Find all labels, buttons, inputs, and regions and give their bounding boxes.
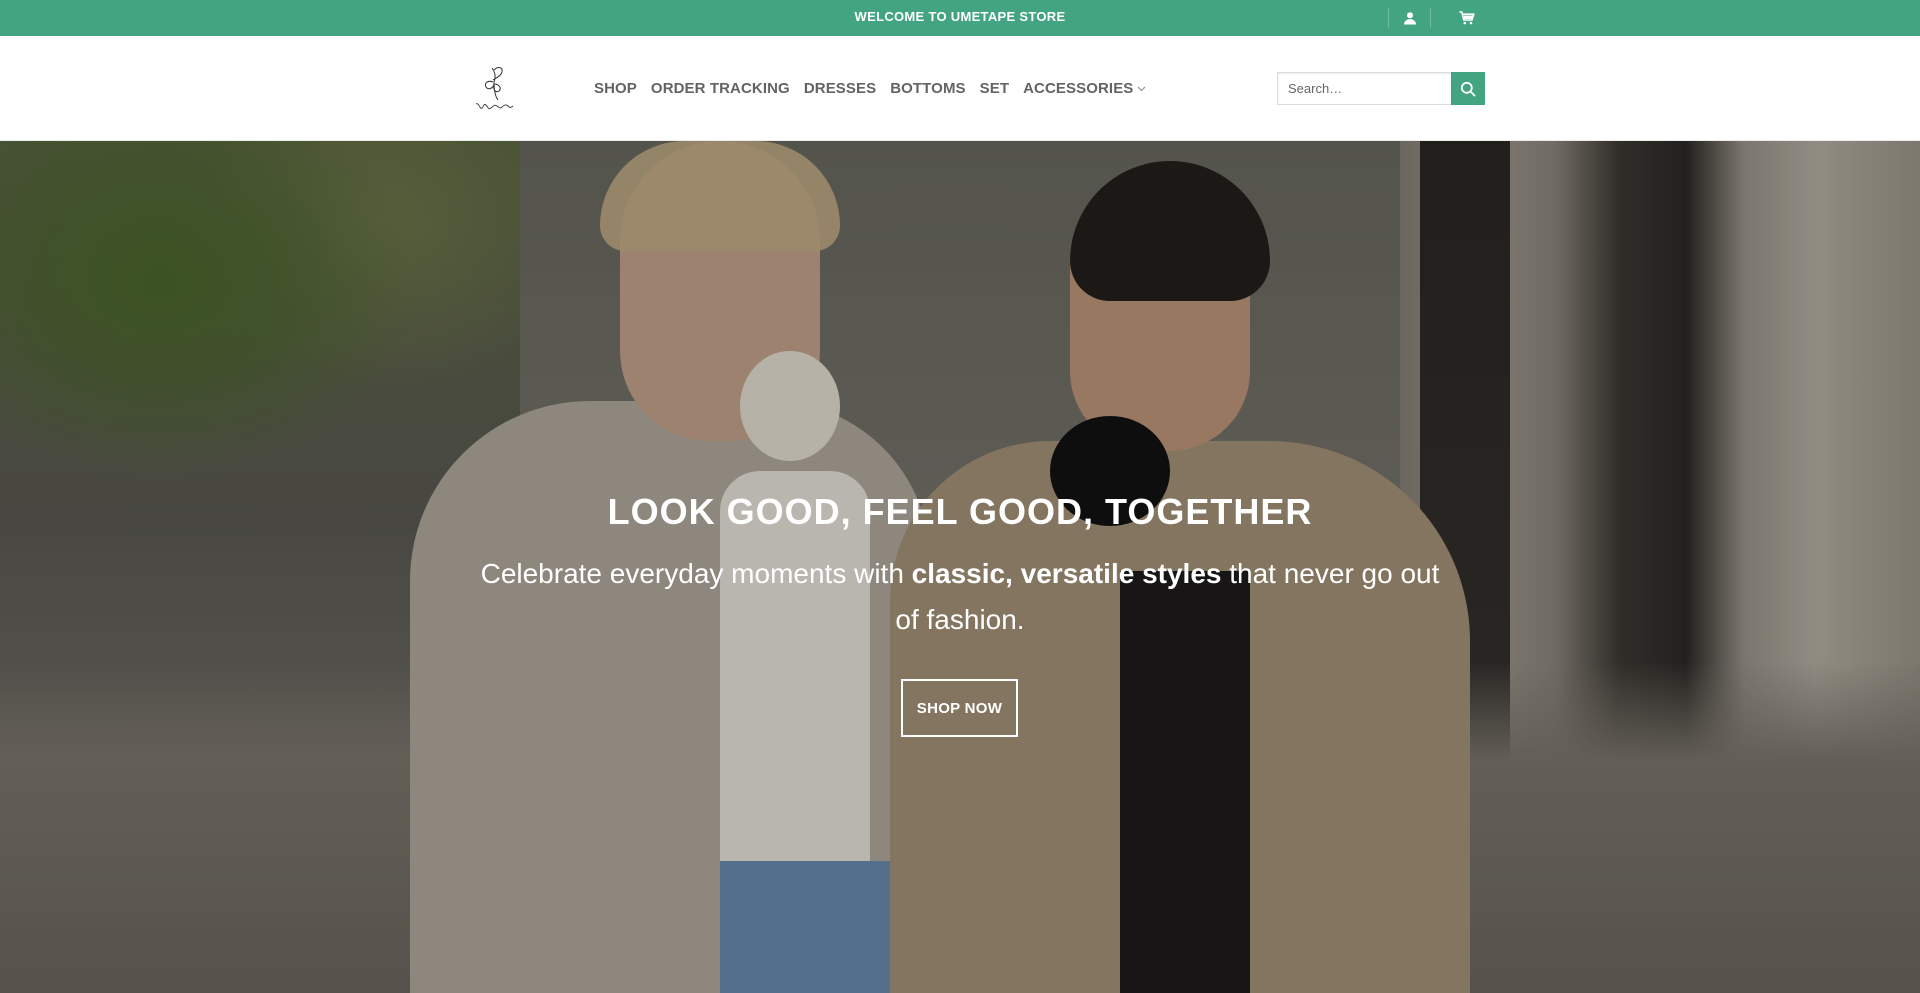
nav-label: ORDER TRACKING xyxy=(650,80,790,97)
cart-icon[interactable] xyxy=(1457,8,1477,28)
nav-label: ACCESSORIES xyxy=(1023,80,1134,97)
nav-set[interactable]: SET xyxy=(980,80,1009,97)
nav-accessories[interactable]: ACCESSORIES xyxy=(1023,80,1147,97)
shop-now-button[interactable]: SHOP NOW xyxy=(901,679,1018,737)
welcome-message: WELCOME TO UMETAPE STORE xyxy=(854,9,1066,24)
search-icon xyxy=(1460,81,1476,97)
main-navigation: SHOP ORDER TRACKING DRESSES BOTTOMS SET … xyxy=(594,36,1161,141)
chevron-down-icon xyxy=(1137,84,1147,94)
topbar-divider xyxy=(1430,8,1431,28)
nav-dresses[interactable]: DRESSES xyxy=(804,80,876,97)
search-button[interactable] xyxy=(1451,72,1485,105)
nav-label: SET xyxy=(979,80,1010,97)
nav-order-tracking[interactable]: ORDER TRACKING xyxy=(651,80,790,97)
hero-subtitle-text: Celebrate everyday moments with xyxy=(480,558,912,589)
top-announcement-bar: WELCOME TO UMETAPE STORE xyxy=(0,0,1920,36)
hero-title: LOOK GOOD, FEEL GOOD, TOGETHER xyxy=(607,491,1313,532)
nav-bottoms[interactable]: BOTTOMS xyxy=(890,80,965,97)
nav-label: DRESSES xyxy=(803,80,877,97)
hero-banner: LOOK GOOD, FEEL GOOD, TOGETHER Celebrate… xyxy=(0,141,1920,993)
hero-subtitle: Celebrate everyday moments with classic,… xyxy=(480,551,1440,643)
hero-subtitle-emphasis: classic, versatile styles xyxy=(911,558,1222,589)
site-header: SHOP ORDER TRACKING DRESSES BOTTOMS SET … xyxy=(0,36,1920,141)
search-input[interactable] xyxy=(1277,72,1451,105)
hero-content: LOOK GOOD, FEEL GOOD, TOGETHER Celebrate… xyxy=(0,141,1920,993)
search-form xyxy=(1277,72,1485,105)
nav-label: BOTTOMS xyxy=(890,80,966,97)
store-logo[interactable] xyxy=(472,60,524,114)
topbar-divider xyxy=(1388,8,1389,28)
nav-label: SHOP xyxy=(594,80,637,97)
user-icon[interactable] xyxy=(1400,8,1420,28)
nav-shop[interactable]: SHOP xyxy=(594,80,637,97)
